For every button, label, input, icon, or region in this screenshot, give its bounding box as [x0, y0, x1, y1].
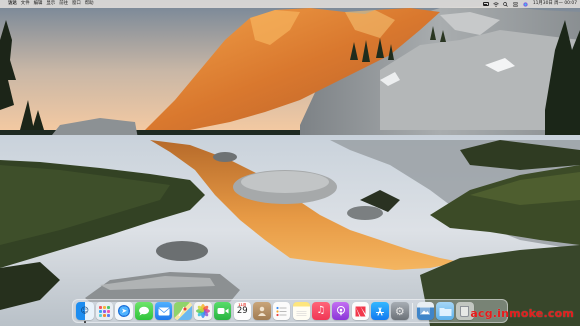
preview-icon[interactable]	[416, 302, 435, 320]
control-center-icon[interactable]	[513, 1, 519, 7]
calendar-day: 29	[236, 306, 248, 317]
reminders-icon[interactable]	[272, 302, 291, 320]
menu-edit[interactable]: 编辑	[34, 0, 43, 8]
facetime-icon[interactable]	[213, 302, 232, 320]
dock: ☺ ➤ 11月 29 ♫ ⚙	[72, 299, 508, 323]
launchpad-icon[interactable]	[95, 302, 114, 320]
dock-separator	[412, 303, 413, 319]
menu-help[interactable]: 帮助	[85, 0, 94, 8]
menu-bar-clock[interactable]: 11月30日 周一 00:07	[533, 0, 577, 8]
finder-icon[interactable]: ☺	[76, 302, 94, 323]
siri-icon[interactable]	[523, 1, 529, 7]
photos-icon[interactable]	[194, 302, 212, 320]
menu-finder[interactable]: 访达	[8, 0, 17, 8]
menu-file[interactable]: 文件	[21, 0, 30, 8]
safari-icon[interactable]: ➤	[115, 302, 133, 320]
contacts-icon[interactable]	[253, 302, 271, 320]
watermark: acg.inmoke.com	[470, 307, 574, 320]
maps-icon[interactable]	[174, 302, 192, 320]
music-icon[interactable]: ♫	[312, 302, 330, 320]
messages-icon[interactable]	[135, 302, 153, 320]
settings-icon[interactable]: ⚙	[391, 302, 409, 320]
podcasts-icon[interactable]	[331, 302, 350, 320]
menu-bar-left: 访达 文件 编辑 显示 前往 窗口 帮助	[3, 0, 94, 8]
menu-go[interactable]: 前往	[59, 0, 68, 8]
desktop-wallpaper	[0, 0, 580, 326]
running-indicator	[83, 321, 86, 323]
battery-icon[interactable]	[482, 2, 489, 7]
news-icon[interactable]	[351, 302, 370, 320]
wifi-icon[interactable]	[493, 1, 499, 7]
menu-window[interactable]: 窗口	[72, 0, 81, 8]
notes-icon[interactable]	[292, 302, 311, 320]
mail-icon[interactable]	[154, 302, 173, 320]
menu-bar: 访达 文件 编辑 显示 前往 窗口 帮助 11月30日 周一 00:07	[0, 0, 580, 8]
menu-bar-right: 11月30日 周一 00:07	[482, 0, 577, 8]
app-store-icon[interactable]	[371, 302, 389, 320]
folder-icon[interactable]	[436, 302, 454, 320]
menu-view[interactable]: 显示	[46, 0, 55, 8]
calendar-icon[interactable]: 11月 29	[233, 302, 251, 320]
search-icon[interactable]	[503, 1, 509, 7]
